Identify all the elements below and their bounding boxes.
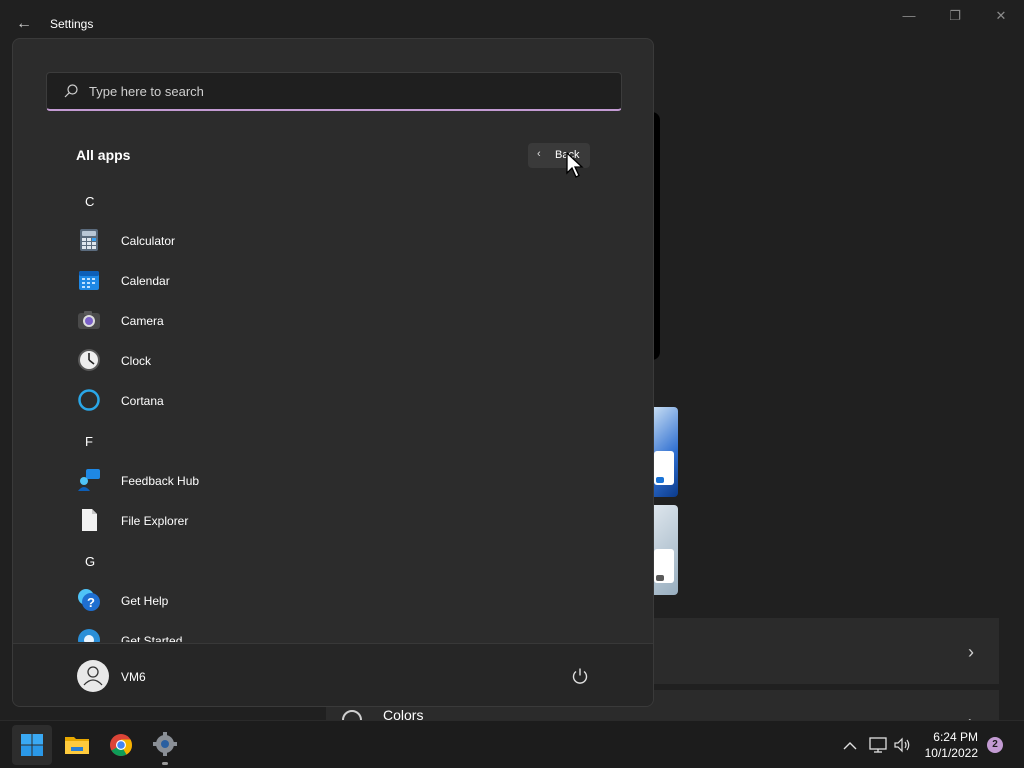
section-letter[interactable]: F (85, 434, 93, 449)
running-indicator (162, 762, 168, 765)
search-box[interactable] (46, 72, 622, 111)
svg-text:?: ? (87, 595, 95, 610)
mouse-cursor-icon (566, 152, 584, 178)
app-label: Get Help (121, 594, 169, 608)
app-item-calendar[interactable]: Calendar (63, 262, 623, 298)
section-letter[interactable]: G (85, 554, 95, 569)
file-icon (82, 509, 97, 531)
app-item-feedback-hub[interactable]: Feedback Hub (63, 462, 623, 498)
clock-icon (78, 349, 100, 371)
maximize-icon[interactable]: ❐ (932, 4, 978, 32)
get-help-icon: ? (78, 589, 100, 611)
calculator-icon (80, 229, 98, 251)
app-label: Clock (121, 354, 152, 368)
chevron-right-icon: › (968, 642, 974, 662)
app-label: Calculator (121, 234, 176, 248)
chevron-left-icon: ‹ (537, 148, 541, 160)
user-name[interactable]: VM6 (121, 670, 146, 684)
power-icon[interactable] (571, 667, 589, 685)
app-label: Camera (121, 314, 164, 328)
app-item-camera[interactable]: Camera (63, 302, 623, 338)
app-label: Cortana (121, 394, 164, 408)
app-item-clock[interactable]: Clock (63, 342, 623, 378)
settings-icon (153, 732, 177, 756)
app-label: Get Started (121, 634, 183, 642)
chevron-up-icon[interactable] (840, 736, 860, 756)
settings-titlebar: ← Settings — ❐ ✕ (0, 0, 1024, 40)
calendar-icon (79, 271, 99, 290)
camera-icon (78, 311, 100, 329)
apps-list[interactable]: C Calculator Calendar Camera Clock Corta… (13, 180, 653, 642)
back-arrow-icon[interactable]: ← (14, 14, 34, 34)
avatar[interactable] (77, 660, 109, 692)
thumbnail-bar (656, 575, 664, 581)
close-icon[interactable]: ✕ (978, 4, 1024, 32)
app-item-get-started[interactable]: Get Started (63, 622, 623, 642)
network-icon[interactable] (868, 735, 888, 755)
search-input[interactable] (89, 73, 609, 109)
section-letter[interactable]: C (85, 194, 94, 209)
file-explorer-icon (65, 737, 89, 754)
taskbar-chrome[interactable] (101, 725, 141, 765)
start-button[interactable] (12, 725, 52, 765)
volume-icon[interactable] (892, 735, 912, 755)
app-item-get-help[interactable]: ? Get Help (63, 582, 623, 618)
get-started-icon (78, 629, 100, 642)
app-item-calculator[interactable]: Calculator (63, 222, 623, 258)
taskbar: 6:24 PM 10/1/2022 2 (0, 720, 1024, 768)
clock-time[interactable]: 6:24 PM (920, 730, 978, 744)
theme-thumbnail[interactable] (650, 407, 678, 497)
feedback-hub-icon (78, 469, 100, 491)
taskbar-file-explorer[interactable] (57, 725, 97, 765)
notification-badge[interactable]: 2 (987, 737, 1003, 753)
start-icon (21, 734, 43, 756)
chrome-icon (110, 734, 132, 756)
all-apps-title: All apps (76, 147, 131, 163)
taskbar-settings[interactable] (145, 725, 185, 765)
clock-date[interactable]: 10/1/2022 (920, 746, 978, 760)
search-icon (64, 84, 78, 98)
app-label: Feedback Hub (121, 474, 200, 488)
app-label: Calendar (121, 274, 170, 288)
app-item-cortana[interactable]: Cortana (63, 382, 623, 418)
app-label: File Explorer (121, 514, 189, 528)
start-footer: VM6 (13, 643, 653, 706)
app-item-file-explorer[interactable]: File Explorer (63, 502, 623, 538)
window-title: Settings (50, 17, 94, 31)
cortana-icon (78, 389, 100, 411)
start-menu: All apps ‹ Back C Calculator (12, 38, 654, 707)
user-icon (83, 666, 103, 686)
minimize-icon[interactable]: — (886, 4, 932, 32)
settings-row[interactable] (654, 618, 999, 684)
theme-thumbnail[interactable] (650, 505, 678, 595)
thumbnail-bar (656, 477, 664, 483)
